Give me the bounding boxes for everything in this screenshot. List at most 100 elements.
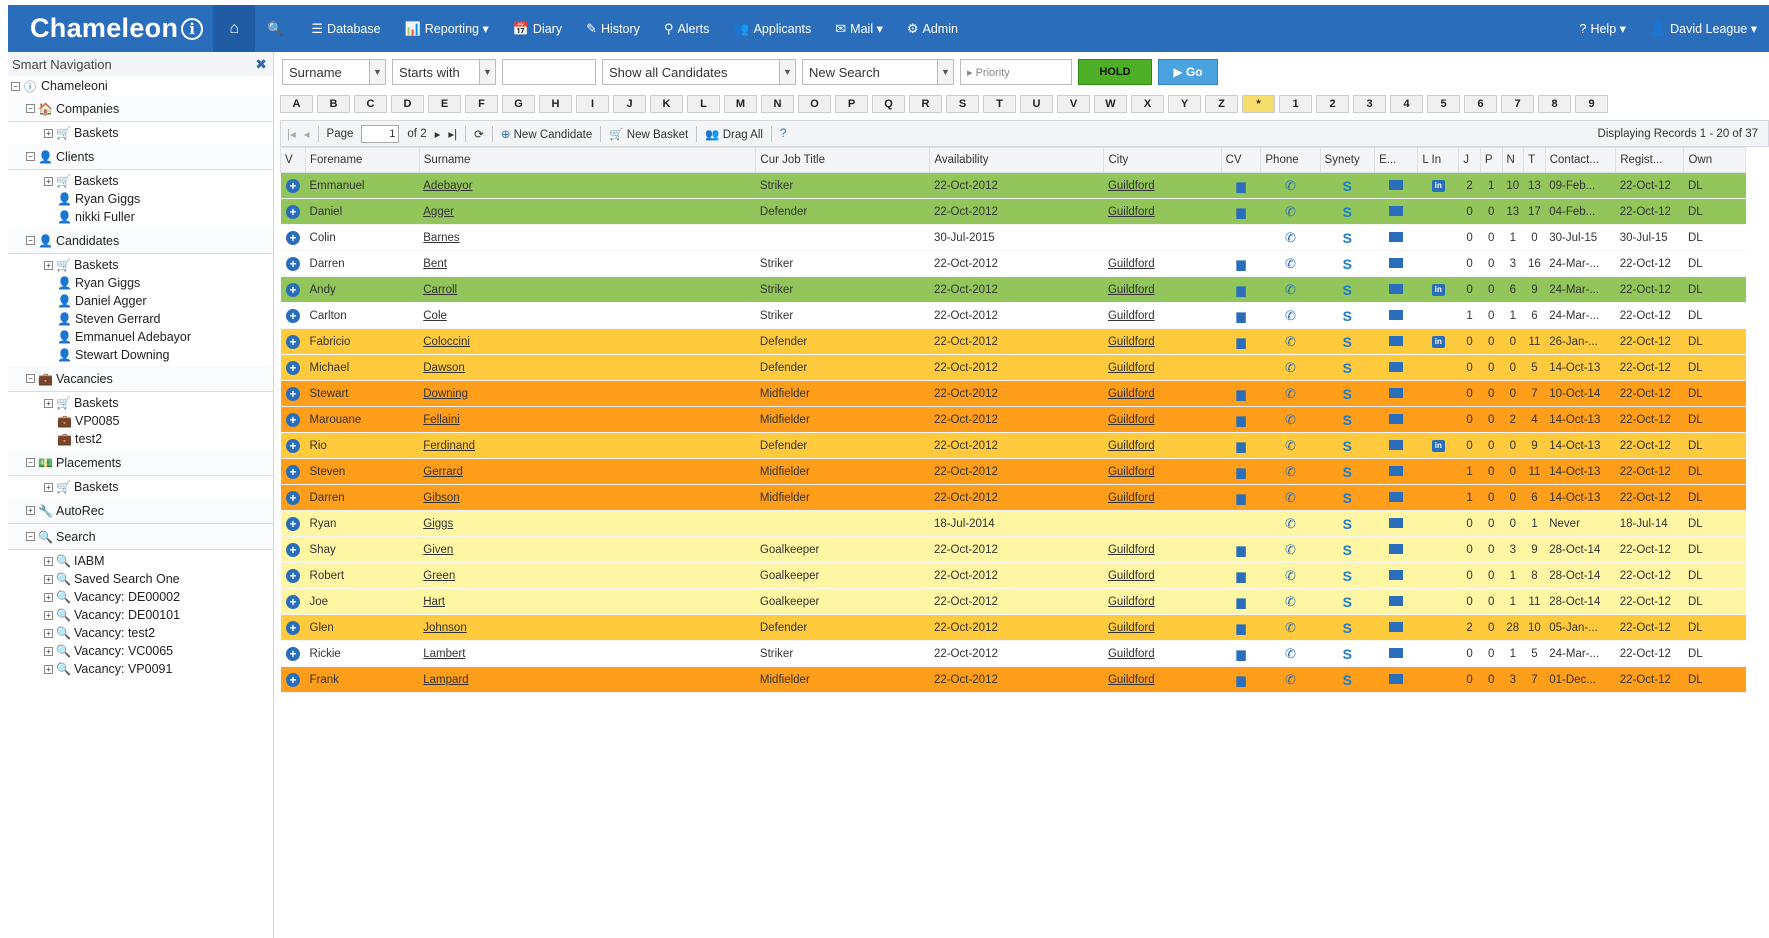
- nav-item-2[interactable]: 📊 Reporting ▾: [393, 5, 501, 52]
- city-cell[interactable]: [1103, 224, 1222, 251]
- cv-document-icon[interactable]: ▆: [1236, 387, 1245, 401]
- next-page-icon[interactable]: ▸: [435, 127, 441, 141]
- alpha-filter-6[interactable]: G: [502, 95, 535, 113]
- alpha-filter-35[interactable]: 9: [1575, 95, 1608, 113]
- phone-icon[interactable]: ✆: [1285, 360, 1296, 375]
- synety-icon[interactable]: S: [1343, 386, 1352, 402]
- table-row[interactable]: + Ryan Giggs 18-Jul-2014 ✆ S 0 0 0 1 Never 18-Jul-1…: [280, 510, 1746, 537]
- email-icon[interactable]: [1389, 258, 1404, 269]
- expand-icon[interactable]: +: [44, 628, 53, 638]
- alpha-filter-8[interactable]: I: [576, 95, 609, 113]
- email-icon[interactable]: [1389, 596, 1404, 607]
- alpha-filter-19[interactable]: T: [983, 95, 1016, 113]
- city-cell[interactable]: Guildford: [1103, 562, 1222, 589]
- cv-document-icon[interactable]: ▆: [1236, 543, 1245, 557]
- tree-item[interactable]: 👤 Daniel Agger: [8, 292, 273, 310]
- linkedin-icon[interactable]: in: [1431, 440, 1445, 452]
- synety-icon[interactable]: S: [1343, 464, 1352, 480]
- phone-icon[interactable]: ✆: [1285, 334, 1296, 349]
- email-icon[interactable]: [1389, 518, 1404, 529]
- expand-row-icon[interactable]: +: [286, 646, 300, 661]
- expand-icon[interactable]: +: [44, 574, 53, 584]
- expand-icon[interactable]: +: [44, 664, 53, 674]
- synety-icon[interactable]: S: [1343, 178, 1352, 194]
- city-cell[interactable]: Guildford: [1103, 354, 1222, 381]
- synety-icon[interactable]: S: [1343, 230, 1352, 246]
- city-cell[interactable]: Guildford: [1103, 328, 1222, 355]
- tree-section[interactable]: − 👤 Clients: [8, 144, 273, 170]
- phone-icon[interactable]: ✆: [1285, 568, 1296, 583]
- table-row[interactable]: + Colin Barnes 30-Jul-2015 ✆ S 0 0 1 0 30-Jul-15 30…: [280, 224, 1746, 251]
- column-header[interactable]: Forename: [305, 147, 420, 173]
- expand-collapse-icon[interactable]: −: [26, 104, 35, 113]
- table-row[interactable]: + Marouane Fellaini Midfielder 22-Oct-2012 Gu…: [280, 406, 1746, 433]
- cv-document-icon[interactable]: ▆: [1236, 257, 1245, 271]
- page-number-input[interactable]: 1: [361, 124, 400, 143]
- alpha-filter-29[interactable]: 3: [1353, 95, 1386, 113]
- operator-select[interactable]: Starts with ▼: [392, 59, 496, 85]
- city-cell[interactable]: Guildford: [1103, 302, 1222, 329]
- email-icon[interactable]: [1389, 284, 1404, 295]
- surname-cell[interactable]: Given: [419, 536, 756, 563]
- phone-icon[interactable]: ✆: [1285, 256, 1296, 271]
- expand-collapse-icon[interactable]: −: [26, 152, 35, 161]
- expand-row-icon[interactable]: +: [286, 230, 300, 245]
- expand-row-icon[interactable]: +: [286, 490, 300, 505]
- phone-icon[interactable]: ✆: [1285, 516, 1296, 531]
- alpha-filter-32[interactable]: 6: [1464, 95, 1497, 113]
- synety-icon[interactable]: S: [1343, 282, 1352, 298]
- phone-icon[interactable]: ✆: [1285, 594, 1296, 609]
- phone-icon[interactable]: ✆: [1285, 230, 1296, 245]
- tree-item[interactable]: 👤 Ryan Giggs: [8, 190, 273, 208]
- nav-item-8[interactable]: ⚙ Admin: [895, 5, 970, 52]
- cv-document-icon[interactable]: ▆: [1236, 673, 1245, 687]
- expand-icon[interactable]: +: [44, 592, 53, 602]
- phone-icon[interactable]: ✆: [1285, 490, 1296, 505]
- column-header[interactable]: Surname: [418, 147, 757, 173]
- email-icon[interactable]: [1389, 310, 1404, 321]
- expand-row-icon[interactable]: +: [286, 360, 300, 375]
- synety-icon[interactable]: S: [1343, 516, 1352, 532]
- column-header[interactable]: Phone: [1260, 147, 1321, 173]
- tree-item[interactable]: 💼 VP0085: [8, 412, 273, 430]
- alpha-filter-25[interactable]: Z: [1205, 95, 1238, 113]
- table-row[interactable]: + Carlton Cole Striker 22-Oct-2012 Guildford ▆…: [280, 302, 1746, 329]
- alpha-filter-2[interactable]: C: [354, 95, 387, 113]
- column-header[interactable]: Own: [1683, 147, 1746, 173]
- phone-icon[interactable]: ✆: [1285, 464, 1296, 479]
- email-icon[interactable]: [1389, 440, 1404, 451]
- field-select[interactable]: Surname ▼: [282, 59, 386, 85]
- cv-document-icon[interactable]: ▆: [1236, 647, 1245, 661]
- table-row[interactable]: + Emmanuel Adebayor Striker 22-Oct-2012 Guild…: [280, 172, 1746, 199]
- alpha-filter-21[interactable]: V: [1057, 95, 1090, 113]
- city-cell[interactable]: Guildford: [1103, 250, 1222, 277]
- linkedin-icon[interactable]: in: [1431, 336, 1445, 348]
- tree-item[interactable]: + 🛒 Baskets: [8, 478, 273, 496]
- synety-icon[interactable]: S: [1343, 256, 1352, 272]
- tree-section[interactable]: − 🔍 Search: [8, 524, 273, 550]
- drag-all-button[interactable]: 👥 Drag All: [705, 127, 763, 141]
- synety-icon[interactable]: S: [1343, 204, 1352, 220]
- synety-icon[interactable]: S: [1343, 646, 1352, 662]
- column-header[interactable]: City: [1103, 147, 1222, 173]
- surname-cell[interactable]: Giggs: [419, 510, 756, 537]
- saved-search-select[interactable]: New Search ▼: [802, 59, 954, 85]
- tree-section[interactable]: + 🔧 AutoRec: [8, 498, 273, 524]
- expand-icon[interactable]: +: [44, 556, 53, 566]
- phone-icon[interactable]: ✆: [1285, 672, 1296, 687]
- expand-icon[interactable]: +: [44, 482, 53, 492]
- alpha-filter-4[interactable]: E: [428, 95, 461, 113]
- expand-collapse-icon[interactable]: −: [26, 374, 35, 383]
- table-row[interactable]: + Joe Hart Goalkeeper 22-Oct-2012 Guildford ▆ ✆…: [280, 588, 1746, 615]
- tree-item[interactable]: 💼 test2: [8, 430, 273, 448]
- tree-item[interactable]: + 🛒 Baskets: [8, 172, 273, 190]
- expand-row-icon[interactable]: +: [286, 672, 300, 687]
- tree-item[interactable]: + 🔍 IABM: [8, 552, 273, 570]
- hold-button[interactable]: HOLD: [1078, 59, 1152, 85]
- city-cell[interactable]: Guildford: [1103, 380, 1222, 407]
- tree-section[interactable]: − 🏠 Companies: [8, 96, 273, 122]
- cv-document-icon[interactable]: ▆: [1236, 283, 1245, 297]
- email-icon[interactable]: [1389, 492, 1404, 503]
- alpha-filter-9[interactable]: J: [613, 95, 646, 113]
- column-header[interactable]: P: [1479, 147, 1503, 173]
